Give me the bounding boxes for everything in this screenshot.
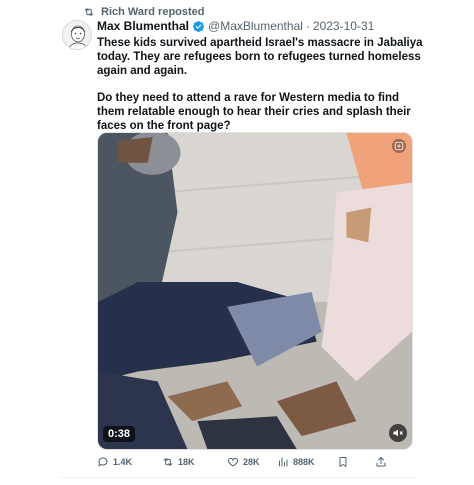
share-icon: [376, 457, 386, 467]
views-chart-icon: [279, 457, 288, 467]
like-count: 28K: [243, 457, 260, 467]
video-frame: [98, 133, 412, 449]
header-separator: ·: [305, 19, 310, 33]
tweet-body: These kids survived apartheid Israel's m…: [97, 36, 427, 146]
bookmark-button[interactable]: [337, 456, 375, 468]
avatar-portrait: [63, 21, 91, 49]
views-button[interactable]: 888K: [277, 456, 337, 468]
tweet-paragraph: Do they need to attend a rave for Wester…: [97, 92, 411, 132]
gif-icon[interactable]: [392, 139, 406, 153]
like-button[interactable]: 28K: [227, 456, 277, 468]
repost-context[interactable]: Rich Ward reposted: [83, 5, 205, 19]
avatar[interactable]: [62, 20, 92, 50]
heart-icon: [227, 457, 239, 467]
views-count: 888K: [293, 457, 315, 467]
share-button[interactable]: [375, 456, 387, 468]
repost-icon: [84, 8, 94, 16]
author-handle[interactable]: @MaxBlumenthal: [208, 19, 303, 33]
repost-icon: [163, 458, 173, 466]
author-name[interactable]: Max Blumenthal: [97, 19, 189, 33]
repost-count: 18K: [178, 457, 195, 467]
speaker-muted-icon[interactable]: [389, 424, 407, 442]
bookmark-icon: [339, 457, 347, 467]
reply-icon: [98, 457, 108, 467]
reply-button[interactable]: 1.4K: [97, 456, 162, 468]
tweet-header: Max Blumenthal @MaxBlumenthal · 2023-10-…: [97, 18, 374, 34]
reply-count: 1.4K: [113, 457, 133, 467]
repost-label: Rich Ward reposted: [101, 6, 205, 18]
tweet-actions: 1.4K 18K 28K 888K: [97, 455, 387, 469]
video-player[interactable]: 0:38: [97, 132, 413, 450]
divider: [60, 477, 415, 478]
repost-button[interactable]: 18K: [162, 456, 227, 468]
tweet-date[interactable]: 2023-10-31: [313, 19, 374, 33]
tweet-paragraph: These kids survived apartheid Israel's m…: [97, 37, 423, 77]
verified-badge-icon: [192, 20, 205, 33]
video-duration: 0:38: [103, 426, 136, 442]
